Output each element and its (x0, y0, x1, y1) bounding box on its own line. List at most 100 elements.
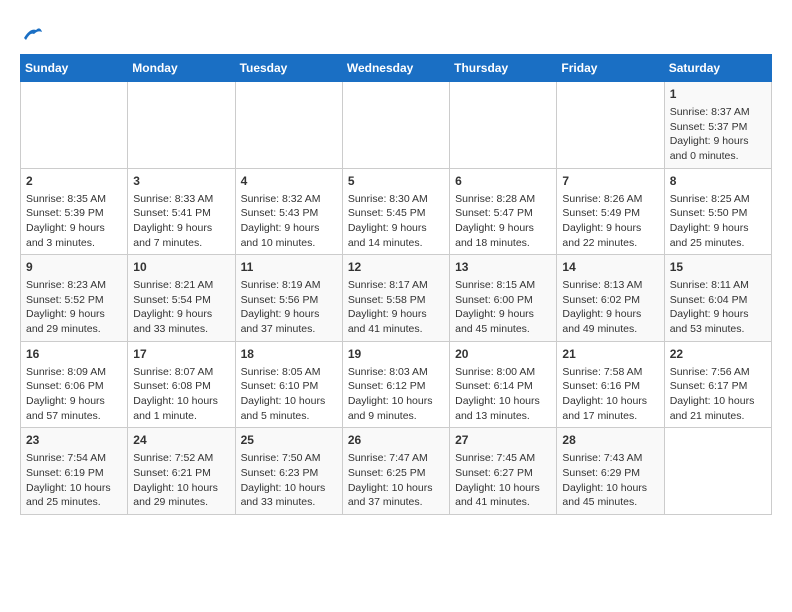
calendar-week-row: 9Sunrise: 8:23 AM Sunset: 5:52 PM Daylig… (21, 255, 772, 342)
calendar-day-cell: 1 Sunrise: 8:37 AM Sunset: 5:37 PM Daylig… (664, 82, 771, 169)
calendar-day-cell: 11 Sunrise: 8:19 AM Sunset: 5:56 PM Dayli… (235, 255, 342, 342)
calendar-day-cell: 9Sunrise: 8:23 AM Sunset: 5:52 PM Daylig… (21, 255, 128, 342)
calendar-day-cell: 14 Sunrise: 8:13 AM Sunset: 6:02 PM Dayli… (557, 255, 664, 342)
day-number: 25 (241, 432, 337, 449)
day-info: Sunrise: 8:03 AM Sunset: 6:12 PM Dayligh… (348, 365, 444, 424)
calendar-day-cell: 17 Sunrise: 8:07 AM Sunset: 6:08 PM Dayli… (128, 341, 235, 428)
calendar-day-cell: 8 Sunrise: 8:25 AM Sunset: 5:50 PM Daylig… (664, 168, 771, 255)
logo-bird-icon (22, 24, 44, 42)
day-number: 23 (26, 432, 122, 449)
days-of-week-row: SundayMondayTuesdayWednesdayThursdayFrid… (21, 55, 772, 82)
calendar-day-cell: 21 Sunrise: 7:58 AM Sunset: 6:16 PM Dayli… (557, 341, 664, 428)
day-number: 17 (133, 346, 229, 363)
day-info: Sunrise: 7:54 AM Sunset: 6:19 PM Dayligh… (26, 451, 122, 510)
day-info: Sunrise: 8:17 AM Sunset: 5:58 PM Dayligh… (348, 278, 444, 337)
day-number: 2 (26, 173, 122, 190)
day-info: Sunrise: 8:09 AM Sunset: 6:06 PM Dayligh… (26, 365, 122, 424)
day-number: 10 (133, 259, 229, 276)
calendar-day-cell: 6 Sunrise: 8:28 AM Sunset: 5:47 PM Daylig… (450, 168, 557, 255)
day-info: Sunrise: 7:47 AM Sunset: 6:25 PM Dayligh… (348, 451, 444, 510)
day-of-week-header: Friday (557, 55, 664, 82)
day-number: 14 (562, 259, 658, 276)
day-number: 3 (133, 173, 229, 190)
calendar-day-cell: 24 Sunrise: 7:52 AM Sunset: 6:21 PM Dayli… (128, 428, 235, 515)
day-info: Sunrise: 8:37 AM Sunset: 5:37 PM Dayligh… (670, 105, 766, 164)
day-number: 12 (348, 259, 444, 276)
day-info: Sunrise: 8:19 AM Sunset: 5:56 PM Dayligh… (241, 278, 337, 337)
calendar-day-cell: 18 Sunrise: 8:05 AM Sunset: 6:10 PM Dayli… (235, 341, 342, 428)
calendar-day-cell: 20 Sunrise: 8:00 AM Sunset: 6:14 PM Dayli… (450, 341, 557, 428)
day-info: Sunrise: 8:30 AM Sunset: 5:45 PM Dayligh… (348, 192, 444, 251)
calendar-day-cell (235, 82, 342, 169)
calendar-day-cell (342, 82, 449, 169)
day-number: 9 (26, 259, 122, 276)
calendar-table: SundayMondayTuesdayWednesdayThursdayFrid… (20, 54, 772, 515)
calendar-body: 1 Sunrise: 8:37 AM Sunset: 5:37 PM Daylig… (21, 82, 772, 515)
calendar-day-cell: 28 Sunrise: 7:43 AM Sunset: 6:29 PM Dayli… (557, 428, 664, 515)
day-number: 26 (348, 432, 444, 449)
day-info: Sunrise: 8:25 AM Sunset: 5:50 PM Dayligh… (670, 192, 766, 251)
calendar-day-cell: 12 Sunrise: 8:17 AM Sunset: 5:58 PM Dayli… (342, 255, 449, 342)
day-number: 21 (562, 346, 658, 363)
day-info: Sunrise: 8:05 AM Sunset: 6:10 PM Dayligh… (241, 365, 337, 424)
calendar-day-cell: 16 Sunrise: 8:09 AM Sunset: 6:06 PM Dayli… (21, 341, 128, 428)
calendar-day-cell: 27 Sunrise: 7:45 AM Sunset: 6:27 PM Dayli… (450, 428, 557, 515)
day-info: Sunrise: 7:50 AM Sunset: 6:23 PM Dayligh… (241, 451, 337, 510)
day-info: Sunrise: 8:07 AM Sunset: 6:08 PM Dayligh… (133, 365, 229, 424)
day-info: Sunrise: 7:43 AM Sunset: 6:29 PM Dayligh… (562, 451, 658, 510)
day-number: 1 (670, 86, 766, 103)
day-number: 5 (348, 173, 444, 190)
calendar-header: SundayMondayTuesdayWednesdayThursdayFrid… (21, 55, 772, 82)
calendar-day-cell: 2 Sunrise: 8:35 AM Sunset: 5:39 PM Daylig… (21, 168, 128, 255)
day-of-week-header: Wednesday (342, 55, 449, 82)
day-info: Sunrise: 8:32 AM Sunset: 5:43 PM Dayligh… (241, 192, 337, 251)
day-info: Sunrise: 8:26 AM Sunset: 5:49 PM Dayligh… (562, 192, 658, 251)
calendar-day-cell: 5 Sunrise: 8:30 AM Sunset: 5:45 PM Daylig… (342, 168, 449, 255)
calendar-day-cell: 3 Sunrise: 8:33 AM Sunset: 5:41 PM Daylig… (128, 168, 235, 255)
day-of-week-header: Monday (128, 55, 235, 82)
calendar-day-cell: 23 Sunrise: 7:54 AM Sunset: 6:19 PM Dayli… (21, 428, 128, 515)
calendar-day-cell: 25 Sunrise: 7:50 AM Sunset: 6:23 PM Dayli… (235, 428, 342, 515)
calendar-day-cell (557, 82, 664, 169)
calendar-day-cell: 26 Sunrise: 7:47 AM Sunset: 6:25 PM Dayli… (342, 428, 449, 515)
calendar-week-row: 16 Sunrise: 8:09 AM Sunset: 6:06 PM Dayli… (21, 341, 772, 428)
day-info: Sunrise: 7:58 AM Sunset: 6:16 PM Dayligh… (562, 365, 658, 424)
day-number: 15 (670, 259, 766, 276)
day-number: 7 (562, 173, 658, 190)
calendar-day-cell: 13 Sunrise: 8:15 AM Sunset: 6:00 PM Dayli… (450, 255, 557, 342)
day-of-week-header: Tuesday (235, 55, 342, 82)
day-info: Sunrise: 8:13 AM Sunset: 6:02 PM Dayligh… (562, 278, 658, 337)
calendar-week-row: 23 Sunrise: 7:54 AM Sunset: 6:19 PM Dayli… (21, 428, 772, 515)
calendar-day-cell: 4Sunrise: 8:32 AM Sunset: 5:43 PM Daylig… (235, 168, 342, 255)
day-number: 24 (133, 432, 229, 449)
day-number: 28 (562, 432, 658, 449)
calendar-day-cell: 22Sunrise: 7:56 AM Sunset: 6:17 PM Dayli… (664, 341, 771, 428)
calendar-week-row: 1 Sunrise: 8:37 AM Sunset: 5:37 PM Daylig… (21, 82, 772, 169)
day-info: Sunrise: 8:15 AM Sunset: 6:00 PM Dayligh… (455, 278, 551, 337)
calendar-day-cell: 15Sunrise: 8:11 AM Sunset: 6:04 PM Dayli… (664, 255, 771, 342)
day-number: 11 (241, 259, 337, 276)
day-info: Sunrise: 8:21 AM Sunset: 5:54 PM Dayligh… (133, 278, 229, 337)
day-number: 27 (455, 432, 551, 449)
day-number: 8 (670, 173, 766, 190)
day-number: 18 (241, 346, 337, 363)
day-info: Sunrise: 7:52 AM Sunset: 6:21 PM Dayligh… (133, 451, 229, 510)
day-number: 13 (455, 259, 551, 276)
day-info: Sunrise: 8:35 AM Sunset: 5:39 PM Dayligh… (26, 192, 122, 251)
calendar-day-cell: 19Sunrise: 8:03 AM Sunset: 6:12 PM Dayli… (342, 341, 449, 428)
calendar-day-cell: 7 Sunrise: 8:26 AM Sunset: 5:49 PM Daylig… (557, 168, 664, 255)
day-info: Sunrise: 7:56 AM Sunset: 6:17 PM Dayligh… (670, 365, 766, 424)
logo-text (20, 20, 44, 44)
day-info: Sunrise: 8:33 AM Sunset: 5:41 PM Dayligh… (133, 192, 229, 251)
day-info: Sunrise: 8:00 AM Sunset: 6:14 PM Dayligh… (455, 365, 551, 424)
page-header (20, 20, 772, 44)
calendar-day-cell (128, 82, 235, 169)
day-info: Sunrise: 8:28 AM Sunset: 5:47 PM Dayligh… (455, 192, 551, 251)
day-info: Sunrise: 7:45 AM Sunset: 6:27 PM Dayligh… (455, 451, 551, 510)
day-number: 16 (26, 346, 122, 363)
day-number: 6 (455, 173, 551, 190)
day-number: 20 (455, 346, 551, 363)
day-of-week-header: Sunday (21, 55, 128, 82)
calendar-day-cell (450, 82, 557, 169)
calendar-week-row: 2 Sunrise: 8:35 AM Sunset: 5:39 PM Daylig… (21, 168, 772, 255)
